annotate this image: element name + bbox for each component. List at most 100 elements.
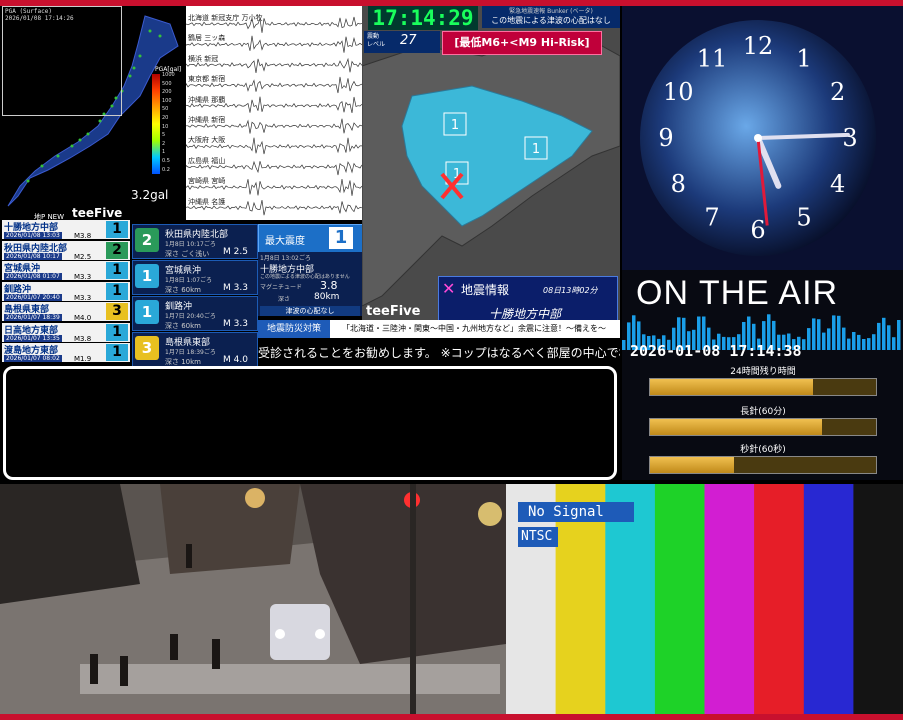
pga-tick: 1000 <box>162 72 175 78</box>
prevention-label: 地震防災対策 <box>258 320 330 338</box>
visualizer-bar <box>817 319 821 350</box>
clock-number: 2 <box>830 78 845 106</box>
level-value: 27 <box>400 33 417 48</box>
detail-magnitude: M 4.0 <box>223 355 248 365</box>
detail-intensity: 2 <box>135 228 159 252</box>
eq-intensity: 1 <box>106 282 128 300</box>
on-air-datetime: 2026-01-08 17:14:38 <box>630 342 802 360</box>
eq-magnitude: M1.9 <box>74 355 92 363</box>
analog-clock: 12 12 3 45 6 78 9 1011 <box>622 6 903 270</box>
eq-info-banner: ✕ 地震情報 08日13時02分 十勝地方中部 <box>438 276 618 324</box>
color-bar <box>803 484 854 714</box>
visualizer-bar <box>842 327 846 350</box>
on-air-title: ON THE AIR <box>636 274 839 312</box>
progress-label: 秒針(60秒) <box>740 445 786 455</box>
pga-tick: 2 <box>162 140 166 147</box>
visualizer-bar <box>872 334 876 350</box>
color-bar <box>754 484 805 714</box>
progress-fill <box>650 419 822 435</box>
seismogram-panel: 北海道 新冠支庁 万小牧 鶴居 三ッ森 横浜 新冠 東京都 新宿 沖縄県 那覇 沖縄県 新… <box>186 6 362 220</box>
quake-date: 1月8日 13:02ごろ <box>260 255 311 262</box>
eq-info-title: 地震情報 <box>461 283 510 297</box>
visualizer-bar <box>832 315 836 350</box>
clock-number: 7 <box>704 204 719 232</box>
pga-tick: 200 <box>162 89 172 96</box>
eq-date: 2026/01/08 10:17 <box>4 252 62 260</box>
visualizer-bar <box>882 317 886 350</box>
eq-detail-card[interactable]: 1 宮城県沖 1月8日 1:07ごろ 深さ 60km M 3.3 <box>132 260 258 295</box>
pga-scale-ticks: 1000 500 200 100 50 20 10 5 2 1 0.5 0.2 <box>162 72 186 176</box>
clock-number: 10 <box>663 78 694 106</box>
svg-text:1: 1 <box>532 142 540 157</box>
tsunami-tag: 緊急地震速報 Bunker (ベータ) この地震による津波の心配はなし <box>482 6 620 28</box>
eq-detail-card[interactable]: 2 秋田県内陸北部 1月8日 10:17ごろ 深さ ごく浅い M 2.5 <box>132 224 258 259</box>
station-label: 大阪府 大阪 <box>188 136 226 145</box>
clock-number: 9 <box>658 124 673 152</box>
pga-tick: 50 <box>162 106 169 113</box>
pga-tick: 1 <box>162 149 166 156</box>
no-signal-label: No Signal <box>518 502 634 522</box>
mag-label: マグニチュード <box>260 284 303 291</box>
eq-intensity: 1 <box>106 221 128 238</box>
station-label: 北海道 新冠支庁 万小牧 <box>188 14 263 22</box>
eq-list-item[interactable]: 宮城県沖 2026/01/08 01:07 M3.3 1 <box>2 261 130 281</box>
station-header: PGA (Surface) <box>5 8 52 15</box>
detail-intensity: 1 <box>135 264 159 288</box>
street-camera-feed <box>0 484 506 714</box>
progress-fill <box>650 457 734 473</box>
eq-intensity: 2 <box>106 241 128 259</box>
pga-tick: 20 <box>162 115 169 121</box>
eq-list-item[interactable]: 渡島地方東部 2026/01/07 08:02 M1.9 1 <box>2 343 130 363</box>
pga-tick: 5 <box>162 132 166 139</box>
eq-list-item[interactable]: 秋田県内陸北部 2026/01/08 10:17 M2.5 2 <box>2 240 130 261</box>
detail-intensity: 1 <box>135 300 159 324</box>
risk-tag: [最低M6+<M9 Hi-Risk] <box>442 31 602 55</box>
depth-label: 深さ <box>278 296 291 303</box>
clock-number: 5 <box>796 204 811 232</box>
label-new: 地P NEW <box>34 213 65 220</box>
visualizer-bar <box>897 320 901 350</box>
eq-detail-card[interactable]: 3 島根県東部 1月7日 18:39ごろ 深さ 10km M 4.0 <box>132 332 258 367</box>
detail-date: 1月8日 1:07ごろ <box>165 277 213 284</box>
message-box <box>3 366 617 480</box>
pga-tick: 100 <box>162 97 172 104</box>
camera-image <box>0 484 506 714</box>
clock-number: 12 <box>743 32 774 60</box>
clock-number: 3 <box>842 124 857 152</box>
progress-bar <box>649 418 877 436</box>
eq-magnitude: M2.5 <box>74 252 92 261</box>
station-label: 鶴居 三ッ森 <box>188 34 226 43</box>
detail-intensity: 3 <box>135 336 159 360</box>
visualizer-bar <box>862 339 866 350</box>
eq-list-item[interactable]: 日高地方東部 2026/01/07 13:35 M3.8 1 <box>2 322 130 343</box>
bottom-red-bar <box>0 714 903 720</box>
max-gal-value: 3.2gal <box>131 188 169 202</box>
visualizer-bar <box>822 332 826 350</box>
shake-level-box: 震動 レベル 27 <box>364 31 440 53</box>
svg-text:1: 1 <box>451 118 459 133</box>
pga-tick: 10 <box>162 123 169 130</box>
max-intensity-value: 1 <box>329 227 353 249</box>
level-label: 震動 レベル <box>367 33 386 48</box>
visualizer-bar <box>852 332 856 350</box>
eq-list-item[interactable]: 十勝地方中部 2026/01/08 13:03 M3.8 1 <box>2 220 130 240</box>
eq-magnitude: M3.3 <box>74 273 92 281</box>
visualizer-bar <box>892 337 896 350</box>
eq-date: 2026/01/07 08:02 <box>4 355 62 362</box>
ticker-text: 受診されることをお勧めします。 ※コップはなるべく部屋の中心で机の <box>258 346 620 360</box>
eq-magnitude: M3.3 <box>74 293 92 302</box>
tsunami-status: 津波の心配なし <box>260 306 360 316</box>
eq-list-item[interactable]: 島根県東部 2026/01/07 18:39 M4.0 3 <box>2 302 130 322</box>
eq-detail-card[interactable]: 1 釧路沖 1月7日 20:40ごろ 深さ 60km M 3.3 <box>132 296 258 331</box>
eq-intensity: 1 <box>106 323 128 341</box>
progress-label: 長針(60分) <box>740 407 786 417</box>
station-label: 沖縄県 新宿 <box>188 116 226 124</box>
station-label: 宮崎県 宮崎 <box>188 177 226 186</box>
eq-list-item[interactable]: 釧路沖 2026/01/07 20:40 M3.3 1 <box>2 281 130 302</box>
scrolling-ticker: 受診されることをお勧めします。 ※コップはなるべく部屋の中心で机の <box>258 342 620 362</box>
visualizer-bar <box>847 338 851 350</box>
eq-date: 2026/01/08 01:07 <box>4 273 62 280</box>
eq-date: 2026/01/08 13:03 <box>4 232 62 239</box>
visualizer-bar <box>877 322 881 350</box>
detail-depth: 深さ ごく浅い <box>165 250 210 258</box>
